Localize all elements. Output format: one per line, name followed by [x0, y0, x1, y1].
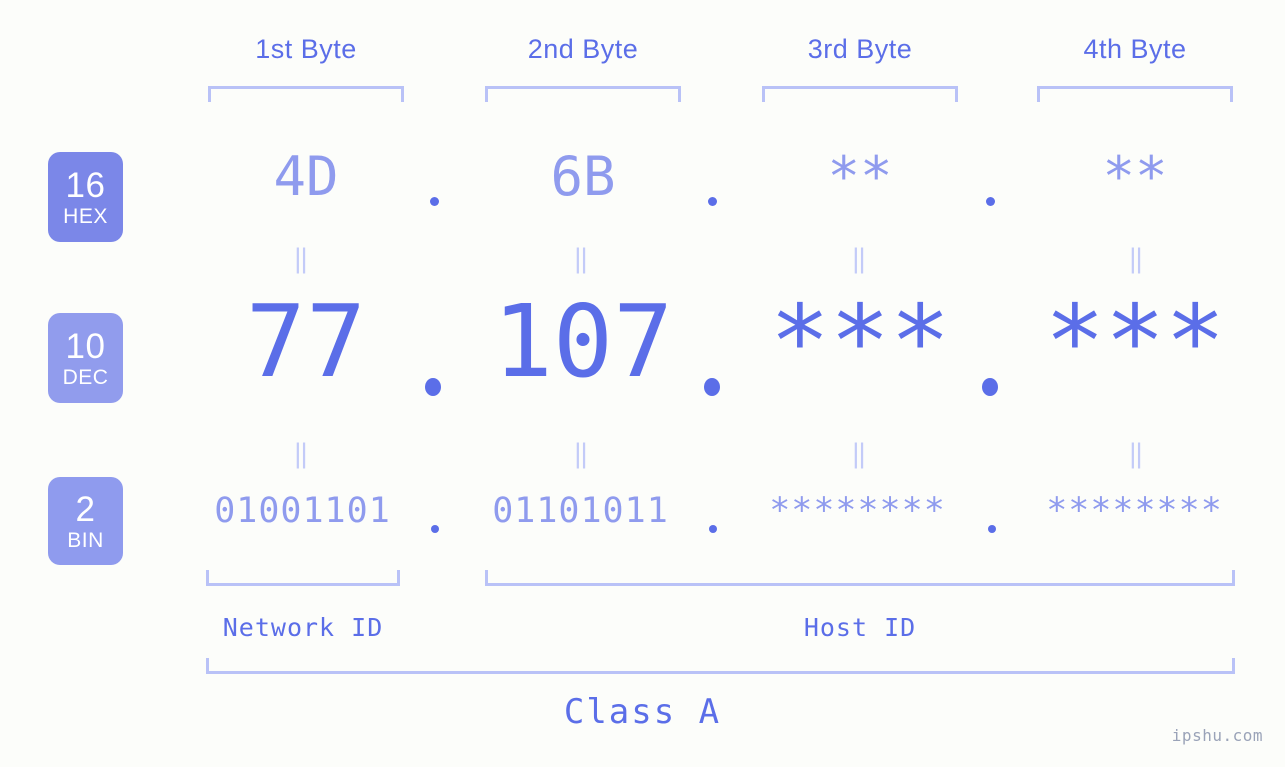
hex-separator-1	[430, 197, 439, 206]
equals-connector-dec-bin-3: ‖	[851, 439, 867, 469]
hex-byte-2: 6B	[550, 145, 616, 208]
equals-connector-dec-bin-4: ‖	[1128, 439, 1144, 469]
byte-bracket-4	[1037, 86, 1233, 102]
hex-separator-2	[708, 197, 717, 206]
bin-separator-3	[988, 525, 996, 533]
byte-bracket-3	[762, 86, 958, 102]
radix-badge-hex-number: 16	[65, 165, 106, 205]
host-id-label: Host ID	[803, 613, 917, 642]
radix-badge-dec-label: DEC	[62, 365, 109, 389]
bin-byte-3: ********	[769, 491, 946, 531]
byte-bracket-2	[485, 86, 681, 102]
byte-bracket-1	[208, 86, 404, 102]
network-id-label: Network ID	[222, 613, 384, 642]
dec-separator-3	[982, 378, 998, 396]
dec-byte-2: 107	[492, 283, 674, 400]
dec-byte-3: ***	[769, 283, 951, 400]
radix-badge-bin-label: BIN	[67, 528, 104, 552]
bin-byte-4: ********	[1046, 491, 1223, 531]
equals-connector-hex-dec-3: ‖	[851, 244, 867, 274]
byte-header-3: 3rd Byte	[807, 34, 913, 64]
byte-header-1: 1st Byte	[255, 34, 357, 64]
byte-header-4: 4th Byte	[1083, 34, 1187, 64]
dec-separator-1	[425, 378, 441, 396]
equals-connector-hex-dec-1: ‖	[293, 244, 309, 274]
bin-byte-2: 01101011	[492, 491, 669, 531]
dec-byte-1: 77	[245, 283, 367, 400]
equals-connector-dec-bin-1: ‖	[293, 439, 309, 469]
bin-separator-2	[709, 525, 717, 533]
hex-byte-3: **	[827, 145, 893, 208]
radix-badge-dec-number: 10	[65, 326, 106, 366]
equals-connector-hex-dec-2: ‖	[573, 244, 589, 274]
equals-connector-hex-dec-4: ‖	[1128, 244, 1144, 274]
network-id-bracket	[206, 570, 400, 586]
bin-byte-1: 01001101	[214, 491, 391, 531]
radix-badge-hex: 16 HEX	[48, 152, 123, 242]
radix-badge-dec: 10 DEC	[48, 313, 123, 403]
radix-badge-hex-label: HEX	[63, 204, 108, 228]
byte-header-2: 2nd Byte	[527, 34, 639, 64]
ip-breakdown-diagram: 1st Byte 2nd Byte 3rd Byte 4th Byte 16 H…	[0, 0, 1285, 767]
host-id-bracket	[485, 570, 1235, 586]
equals-connector-dec-bin-2: ‖	[573, 439, 589, 469]
radix-badge-bin: 2 BIN	[48, 477, 123, 565]
hex-separator-3	[986, 197, 995, 206]
bin-separator-1	[431, 525, 439, 533]
site-watermark: ipshu.com	[1171, 726, 1263, 745]
dec-byte-4: ***	[1044, 283, 1226, 400]
hex-byte-4: **	[1102, 145, 1168, 208]
dec-separator-2	[704, 378, 720, 396]
class-label: Class A	[563, 692, 722, 732]
class-bracket	[206, 658, 1235, 674]
radix-badge-bin-number: 2	[75, 489, 96, 529]
hex-byte-1: 4D	[273, 145, 339, 208]
